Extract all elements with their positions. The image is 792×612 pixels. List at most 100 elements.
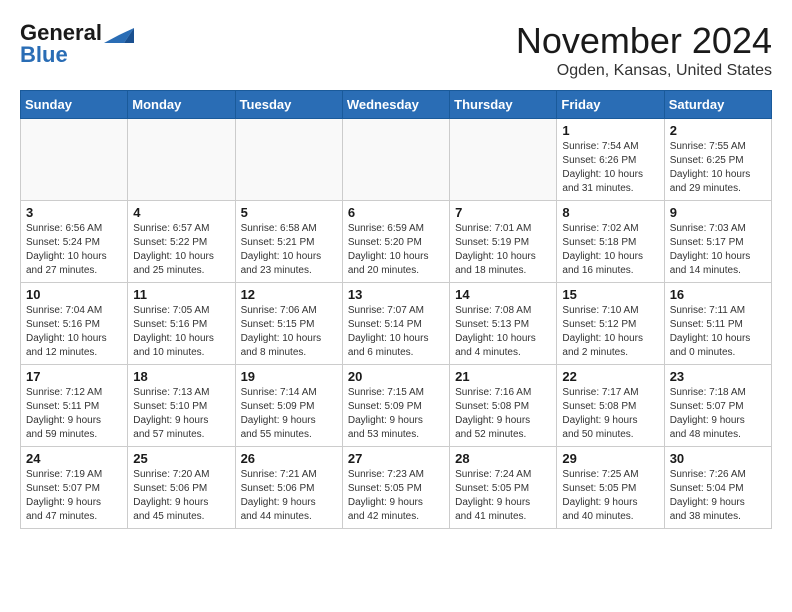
calendar-day-cell: 28 Sunrise: 7:24 AMSunset: 5:05 PMDayligh… [450, 447, 557, 529]
day-number: 11 [133, 287, 229, 302]
calendar-day-cell: 14 Sunrise: 7:08 AMSunset: 5:13 PMDayligh… [450, 283, 557, 365]
day-number: 15 [562, 287, 658, 302]
day-info: Sunrise: 7:23 AMSunset: 5:05 PMDaylight:… [348, 468, 444, 524]
day-info: Sunrise: 6:59 AMSunset: 5:20 PMDaylight:… [348, 222, 444, 278]
calendar-day-cell: 13Sunrise: 7:07 AMSunset: 5:14 PMDayligh… [342, 283, 449, 365]
calendar-day-cell [235, 119, 342, 201]
day-number: 27 [348, 451, 444, 466]
location: Ogden, Kansas, United States [516, 62, 772, 80]
logo: General Blue [20, 20, 134, 68]
calendar-day-cell: 20 Sunrise: 7:15 AMSunset: 5:09 PMDayligh… [342, 365, 449, 447]
day-info: Sunrise: 7:20 AMSunset: 5:06 PMDaylight:… [133, 468, 229, 524]
day-number: 24 [26, 451, 122, 466]
day-info: Sunrise: 7:14 AMSunset: 5:09 PMDaylight:… [241, 386, 337, 442]
calendar-week-row: 3 Sunrise: 6:56 AMSunset: 5:24 PMDaylight… [21, 201, 772, 283]
day-info: Sunrise: 7:54 AMSunset: 6:26 PMDaylight:… [562, 140, 658, 196]
calendar-day-cell: 17 Sunrise: 7:12 AMSunset: 5:11 PMDayligh… [21, 365, 128, 447]
day-info: Sunrise: 7:55 AMSunset: 6:25 PMDaylight:… [670, 140, 766, 196]
day-number: 7 [455, 205, 551, 220]
calendar-day-cell: 11 Sunrise: 7:05 AMSunset: 5:16 PMDayligh… [128, 283, 235, 365]
day-info: Sunrise: 7:19 AMSunset: 5:07 PMDaylight:… [26, 468, 122, 524]
day-info: Sunrise: 7:07 AMSunset: 5:14 PMDaylight:… [348, 304, 444, 360]
day-number: 10 [26, 287, 122, 302]
day-info: Sunrise: 7:11 AMSunset: 5:11 PMDaylight:… [670, 304, 766, 360]
day-info: Sunrise: 7:16 AMSunset: 5:08 PMDaylight:… [455, 386, 551, 442]
title-block: November 2024 Ogden, Kansas, United Stat… [516, 20, 772, 80]
calendar-day-cell: 30 Sunrise: 7:26 AMSunset: 5:04 PMDayligh… [664, 447, 771, 529]
day-info: Sunrise: 6:58 AMSunset: 5:21 PMDaylight:… [241, 222, 337, 278]
calendar-day-cell: 21Sunrise: 7:16 AMSunset: 5:08 PMDayligh… [450, 365, 557, 447]
weekday-header-tuesday: Tuesday [235, 91, 342, 119]
day-info: Sunrise: 6:56 AMSunset: 5:24 PMDaylight:… [26, 222, 122, 278]
calendar-day-cell: 7 Sunrise: 7:01 AMSunset: 5:19 PMDaylight… [450, 201, 557, 283]
day-info: Sunrise: 7:26 AMSunset: 5:04 PMDaylight:… [670, 468, 766, 524]
calendar-day-cell: 4 Sunrise: 6:57 AMSunset: 5:22 PMDaylight… [128, 201, 235, 283]
calendar-day-cell [128, 119, 235, 201]
day-number: 30 [670, 451, 766, 466]
day-info: Sunrise: 7:06 AMSunset: 5:15 PMDaylight:… [241, 304, 337, 360]
calendar-day-cell: 27 Sunrise: 7:23 AMSunset: 5:05 PMDayligh… [342, 447, 449, 529]
day-number: 18 [133, 369, 229, 384]
weekday-header-wednesday: Wednesday [342, 91, 449, 119]
day-info: Sunrise: 7:02 AMSunset: 5:18 PMDaylight:… [562, 222, 658, 278]
page-header: General Blue November 2024 Ogden, Kansas… [20, 20, 772, 80]
day-info: Sunrise: 7:17 AMSunset: 5:08 PMDaylight:… [562, 386, 658, 442]
logo-blue-text: Blue [20, 42, 68, 68]
calendar-day-cell: 25 Sunrise: 7:20 AMSunset: 5:06 PMDayligh… [128, 447, 235, 529]
day-info: Sunrise: 7:21 AMSunset: 5:06 PMDaylight:… [241, 468, 337, 524]
month-title: November 2024 [516, 20, 772, 62]
day-number: 3 [26, 205, 122, 220]
day-info: Sunrise: 7:12 AMSunset: 5:11 PMDaylight:… [26, 386, 122, 442]
day-info: Sunrise: 7:08 AMSunset: 5:13 PMDaylight:… [455, 304, 551, 360]
weekday-header-saturday: Saturday [664, 91, 771, 119]
calendar-week-row: 17 Sunrise: 7:12 AMSunset: 5:11 PMDayligh… [21, 365, 772, 447]
day-info: Sunrise: 7:01 AMSunset: 5:19 PMDaylight:… [455, 222, 551, 278]
calendar-week-row: 10 Sunrise: 7:04 AMSunset: 5:16 PMDayligh… [21, 283, 772, 365]
calendar-day-cell: 16 Sunrise: 7:11 AMSunset: 5:11 PMDayligh… [664, 283, 771, 365]
calendar-day-cell: 26Sunrise: 7:21 AMSunset: 5:06 PMDayligh… [235, 447, 342, 529]
day-number: 12 [241, 287, 337, 302]
day-number: 14 [455, 287, 551, 302]
day-number: 8 [562, 205, 658, 220]
calendar-day-cell: 5 Sunrise: 6:58 AMSunset: 5:21 PMDaylight… [235, 201, 342, 283]
day-number: 29 [562, 451, 658, 466]
day-info: Sunrise: 7:18 AMSunset: 5:07 PMDaylight:… [670, 386, 766, 442]
day-number: 2 [670, 123, 766, 138]
calendar-week-row: 24 Sunrise: 7:19 AMSunset: 5:07 PMDayligh… [21, 447, 772, 529]
day-number: 28 [455, 451, 551, 466]
calendar-day-cell: 8 Sunrise: 7:02 AMSunset: 5:18 PMDaylight… [557, 201, 664, 283]
day-info: Sunrise: 7:15 AMSunset: 5:09 PMDaylight:… [348, 386, 444, 442]
day-info: Sunrise: 7:03 AMSunset: 5:17 PMDaylight:… [670, 222, 766, 278]
weekday-header-sunday: Sunday [21, 91, 128, 119]
day-info: Sunrise: 7:05 AMSunset: 5:16 PMDaylight:… [133, 304, 229, 360]
weekday-header-friday: Friday [557, 91, 664, 119]
weekday-header-thursday: Thursday [450, 91, 557, 119]
weekday-header-row: SundayMondayTuesdayWednesdayThursdayFrid… [21, 91, 772, 119]
calendar-day-cell [342, 119, 449, 201]
day-number: 20 [348, 369, 444, 384]
weekday-header-monday: Monday [128, 91, 235, 119]
day-info: Sunrise: 7:25 AMSunset: 5:05 PMDaylight:… [562, 468, 658, 524]
calendar-day-cell: 12 Sunrise: 7:06 AMSunset: 5:15 PMDayligh… [235, 283, 342, 365]
day-info: Sunrise: 6:57 AMSunset: 5:22 PMDaylight:… [133, 222, 229, 278]
calendar-day-cell: 22Sunrise: 7:17 AMSunset: 5:08 PMDayligh… [557, 365, 664, 447]
calendar-day-cell: 6Sunrise: 6:59 AMSunset: 5:20 PMDaylight… [342, 201, 449, 283]
day-info: Sunrise: 7:04 AMSunset: 5:16 PMDaylight:… [26, 304, 122, 360]
day-number: 4 [133, 205, 229, 220]
day-number: 25 [133, 451, 229, 466]
calendar-day-cell: 18Sunrise: 7:13 AMSunset: 5:10 PMDayligh… [128, 365, 235, 447]
day-number: 16 [670, 287, 766, 302]
calendar-day-cell: 1Sunrise: 7:54 AMSunset: 6:26 PMDaylight… [557, 119, 664, 201]
calendar-day-cell: 9 Sunrise: 7:03 AMSunset: 5:17 PMDaylight… [664, 201, 771, 283]
calendar-day-cell: 2 Sunrise: 7:55 AMSunset: 6:25 PMDaylight… [664, 119, 771, 201]
calendar-week-row: 1Sunrise: 7:54 AMSunset: 6:26 PMDaylight… [21, 119, 772, 201]
day-info: Sunrise: 7:24 AMSunset: 5:05 PMDaylight:… [455, 468, 551, 524]
calendar-table: SundayMondayTuesdayWednesdayThursdayFrid… [20, 90, 772, 529]
day-number: 9 [670, 205, 766, 220]
day-info: Sunrise: 7:10 AMSunset: 5:12 PMDaylight:… [562, 304, 658, 360]
calendar-day-cell: 3 Sunrise: 6:56 AMSunset: 5:24 PMDaylight… [21, 201, 128, 283]
calendar-day-cell [450, 119, 557, 201]
day-number: 5 [241, 205, 337, 220]
day-number: 17 [26, 369, 122, 384]
calendar-day-cell: 19Sunrise: 7:14 AMSunset: 5:09 PMDayligh… [235, 365, 342, 447]
